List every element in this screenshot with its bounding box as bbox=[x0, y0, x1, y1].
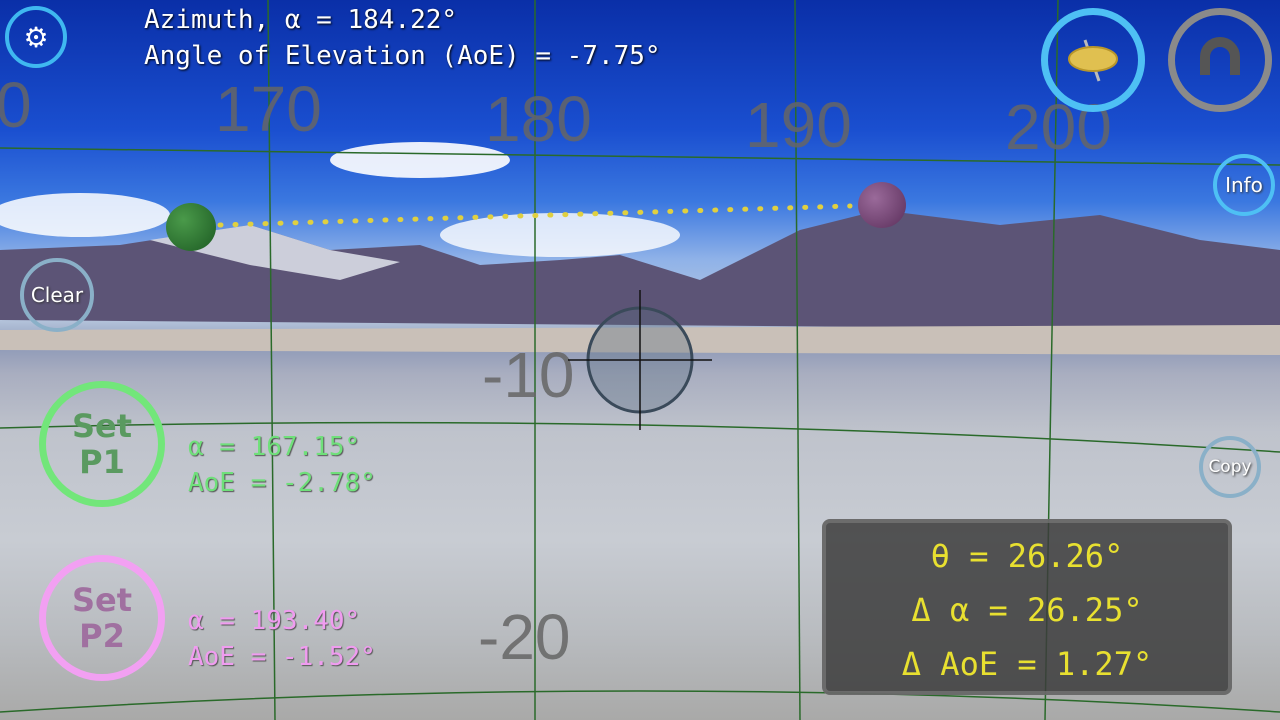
azimuth-label: 0 bbox=[0, 69, 32, 141]
delta-elevation-value: Δ AoE = 1.27° bbox=[901, 645, 1153, 683]
p1-values: α = 167.15° AoE = -2.78° bbox=[188, 429, 376, 501]
copy-button[interactable]: Copy bbox=[1199, 436, 1261, 498]
elevation-label: -20 bbox=[478, 601, 571, 673]
p1-marker bbox=[166, 203, 216, 251]
magnet-button[interactable] bbox=[1168, 8, 1272, 112]
p2-elevation: AoE = -1.52° bbox=[188, 642, 376, 672]
settings-button[interactable]: ⚙ bbox=[5, 6, 67, 68]
elevation-readout: Angle of Elevation (AoE) = -7.75° bbox=[144, 41, 661, 71]
set-p2-label: Set bbox=[71, 581, 133, 619]
info-button[interactable]: Info bbox=[1213, 154, 1275, 216]
delta-azimuth-value: Δ α = 26.25° bbox=[911, 591, 1143, 629]
set-p1-label: Set bbox=[71, 407, 133, 445]
elevation-label: -10 bbox=[482, 339, 575, 411]
result-panel: θ = 26.26° Δ α = 26.25° Δ AoE = 1.27° bbox=[822, 519, 1232, 695]
set-p2-label: P2 bbox=[79, 617, 125, 655]
set-p2-button[interactable]: Set P2 bbox=[39, 555, 165, 681]
orientation-readout: Azimuth, α = 184.22° Angle of Elevation … bbox=[144, 2, 661, 74]
p2-marker bbox=[858, 182, 906, 228]
crosshair-icon bbox=[568, 290, 712, 430]
p1-azimuth: α = 167.15° bbox=[188, 432, 361, 462]
compass-button[interactable] bbox=[1041, 8, 1145, 112]
azimuth-label: 180 bbox=[485, 83, 592, 155]
settings-icon: ⚙ bbox=[23, 20, 49, 54]
azimuth-readout: Azimuth, α = 184.22° bbox=[144, 5, 458, 35]
compass-icon bbox=[1068, 39, 1118, 82]
p2-azimuth: α = 193.40° bbox=[188, 606, 361, 636]
p2-values: α = 193.40° AoE = -1.52° bbox=[188, 603, 376, 675]
theta-value: θ = 26.26° bbox=[930, 537, 1124, 575]
azimuth-label: 170 bbox=[215, 73, 322, 145]
set-p1-label: P1 bbox=[79, 443, 125, 481]
set-p1-button[interactable]: Set P1 bbox=[39, 381, 165, 507]
magnet-icon bbox=[1200, 37, 1240, 75]
clear-button[interactable]: Clear bbox=[20, 258, 94, 332]
p1-elevation: AoE = -2.78° bbox=[188, 468, 376, 498]
azimuth-label: 190 bbox=[745, 89, 852, 161]
